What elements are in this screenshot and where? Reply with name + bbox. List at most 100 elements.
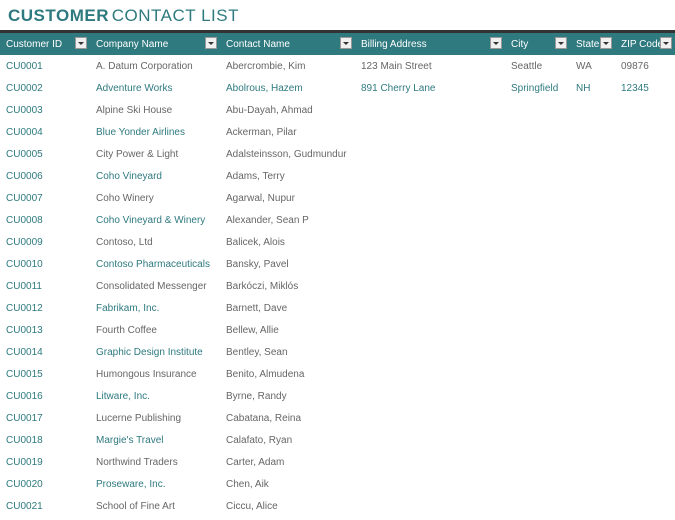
cell-id[interactable]: CU0005 bbox=[0, 143, 90, 165]
table-row[interactable]: CU0004Blue Yonder AirlinesAckerman, Pila… bbox=[0, 121, 675, 143]
cell-company[interactable]: Adventure Works bbox=[90, 77, 220, 99]
filter-dropdown-icon[interactable] bbox=[75, 37, 87, 49]
filter-dropdown-icon[interactable] bbox=[555, 37, 567, 49]
cell-company[interactable]: Coho Winery bbox=[90, 187, 220, 209]
cell-id[interactable]: CU0004 bbox=[0, 121, 90, 143]
table-row[interactable]: CU0010Contoso PharmaceuticalsBansky, Pav… bbox=[0, 253, 675, 275]
cell-zip[interactable] bbox=[615, 297, 675, 319]
cell-billing[interactable] bbox=[355, 429, 505, 451]
cell-billing[interactable] bbox=[355, 165, 505, 187]
table-row[interactable]: CU0012Fabrikam, Inc.Barnett, Dave bbox=[0, 297, 675, 319]
cell-company[interactable]: Northwind Traders bbox=[90, 451, 220, 473]
table-row[interactable]: CU0002Adventure WorksAbolrous, Hazem891 … bbox=[0, 77, 675, 99]
cell-id[interactable]: CU0015 bbox=[0, 363, 90, 385]
cell-zip[interactable] bbox=[615, 165, 675, 187]
cell-company[interactable]: Graphic Design Institute bbox=[90, 341, 220, 363]
cell-billing[interactable] bbox=[355, 341, 505, 363]
cell-company[interactable]: Consolidated Messenger bbox=[90, 275, 220, 297]
cell-zip[interactable] bbox=[615, 341, 675, 363]
table-row[interactable]: CU0020Proseware, Inc.Chen, Aik bbox=[0, 473, 675, 495]
cell-company[interactable]: Blue Yonder Airlines bbox=[90, 121, 220, 143]
filter-dropdown-icon[interactable] bbox=[660, 37, 672, 49]
cell-id[interactable]: CU0017 bbox=[0, 407, 90, 429]
cell-city[interactable] bbox=[505, 341, 570, 363]
cell-contact[interactable]: Abercrombie, Kim bbox=[220, 55, 355, 77]
col-header-customer-id[interactable]: Customer ID bbox=[0, 33, 90, 55]
cell-state[interactable] bbox=[570, 319, 615, 341]
cell-contact[interactable]: Ackerman, Pilar bbox=[220, 121, 355, 143]
table-row[interactable]: CU0003Alpine Ski HouseAbu-Dayah, Ahmad bbox=[0, 99, 675, 121]
cell-state[interactable] bbox=[570, 451, 615, 473]
cell-id[interactable]: CU0002 bbox=[0, 77, 90, 99]
cell-contact[interactable]: Abolrous, Hazem bbox=[220, 77, 355, 99]
cell-zip[interactable] bbox=[615, 473, 675, 495]
col-header-company-name[interactable]: Company Name bbox=[90, 33, 220, 55]
table-row[interactable]: CU0007Coho WineryAgarwal, Nupur bbox=[0, 187, 675, 209]
cell-state[interactable] bbox=[570, 341, 615, 363]
cell-billing[interactable]: 891 Cherry Lane bbox=[355, 77, 505, 99]
cell-city[interactable] bbox=[505, 231, 570, 253]
cell-contact[interactable]: Abu-Dayah, Ahmad bbox=[220, 99, 355, 121]
cell-zip[interactable] bbox=[615, 385, 675, 407]
cell-company[interactable]: Lucerne Publishing bbox=[90, 407, 220, 429]
cell-id[interactable]: CU0010 bbox=[0, 253, 90, 275]
cell-contact[interactable]: Bentley, Sean bbox=[220, 341, 355, 363]
cell-billing[interactable] bbox=[355, 231, 505, 253]
table-row[interactable]: CU0005City Power & LightAdalsteinsson, G… bbox=[0, 143, 675, 165]
table-row[interactable]: CU0009Contoso, LtdBalicek, Alois bbox=[0, 231, 675, 253]
cell-state[interactable]: WA bbox=[570, 55, 615, 77]
col-header-zip-code[interactable]: ZIP Code bbox=[615, 33, 675, 55]
cell-company[interactable]: A. Datum Corporation bbox=[90, 55, 220, 77]
cell-zip[interactable] bbox=[615, 275, 675, 297]
cell-billing[interactable] bbox=[355, 363, 505, 385]
filter-dropdown-icon[interactable] bbox=[205, 37, 217, 49]
cell-city[interactable] bbox=[505, 253, 570, 275]
cell-city[interactable]: Seattle bbox=[505, 55, 570, 77]
cell-id[interactable]: CU0009 bbox=[0, 231, 90, 253]
cell-billing[interactable] bbox=[355, 451, 505, 473]
cell-billing[interactable]: 123 Main Street bbox=[355, 55, 505, 77]
cell-billing[interactable] bbox=[355, 253, 505, 275]
cell-id[interactable]: CU0012 bbox=[0, 297, 90, 319]
cell-state[interactable] bbox=[570, 385, 615, 407]
cell-zip[interactable] bbox=[615, 429, 675, 451]
col-header-state[interactable]: State bbox=[570, 33, 615, 55]
cell-city[interactable] bbox=[505, 209, 570, 231]
cell-state[interactable] bbox=[570, 165, 615, 187]
cell-zip[interactable] bbox=[615, 121, 675, 143]
cell-zip[interactable] bbox=[615, 495, 675, 517]
cell-city[interactable] bbox=[505, 143, 570, 165]
cell-id[interactable]: CU0006 bbox=[0, 165, 90, 187]
cell-city[interactable] bbox=[505, 385, 570, 407]
cell-contact[interactable]: Agarwal, Nupur bbox=[220, 187, 355, 209]
cell-id[interactable]: CU0019 bbox=[0, 451, 90, 473]
cell-zip[interactable] bbox=[615, 451, 675, 473]
cell-contact[interactable]: Benito, Almudena bbox=[220, 363, 355, 385]
cell-company[interactable]: Coho Vineyard bbox=[90, 165, 220, 187]
table-row[interactable]: CU0013Fourth CoffeeBellew, Allie bbox=[0, 319, 675, 341]
filter-dropdown-icon[interactable] bbox=[490, 37, 502, 49]
cell-city[interactable] bbox=[505, 297, 570, 319]
cell-id[interactable]: CU0007 bbox=[0, 187, 90, 209]
cell-contact[interactable]: Ciccu, Alice bbox=[220, 495, 355, 517]
cell-city[interactable] bbox=[505, 429, 570, 451]
cell-city[interactable] bbox=[505, 451, 570, 473]
cell-zip[interactable] bbox=[615, 99, 675, 121]
cell-billing[interactable] bbox=[355, 275, 505, 297]
cell-company[interactable]: Fourth Coffee bbox=[90, 319, 220, 341]
cell-contact[interactable]: Chen, Aik bbox=[220, 473, 355, 495]
cell-id[interactable]: CU0014 bbox=[0, 341, 90, 363]
cell-billing[interactable] bbox=[355, 209, 505, 231]
cell-company[interactable]: Contoso, Ltd bbox=[90, 231, 220, 253]
cell-billing[interactable] bbox=[355, 473, 505, 495]
table-row[interactable]: CU0008Coho Vineyard & WineryAlexander, S… bbox=[0, 209, 675, 231]
cell-zip[interactable] bbox=[615, 407, 675, 429]
table-row[interactable]: CU0001A. Datum CorporationAbercrombie, K… bbox=[0, 55, 675, 77]
cell-contact[interactable]: Cabatana, Reina bbox=[220, 407, 355, 429]
cell-contact[interactable]: Bansky, Pavel bbox=[220, 253, 355, 275]
table-row[interactable]: CU0016Litware, Inc.Byrne, Randy bbox=[0, 385, 675, 407]
cell-city[interactable] bbox=[505, 319, 570, 341]
cell-billing[interactable] bbox=[355, 495, 505, 517]
cell-contact[interactable]: Bellew, Allie bbox=[220, 319, 355, 341]
cell-company[interactable]: City Power & Light bbox=[90, 143, 220, 165]
